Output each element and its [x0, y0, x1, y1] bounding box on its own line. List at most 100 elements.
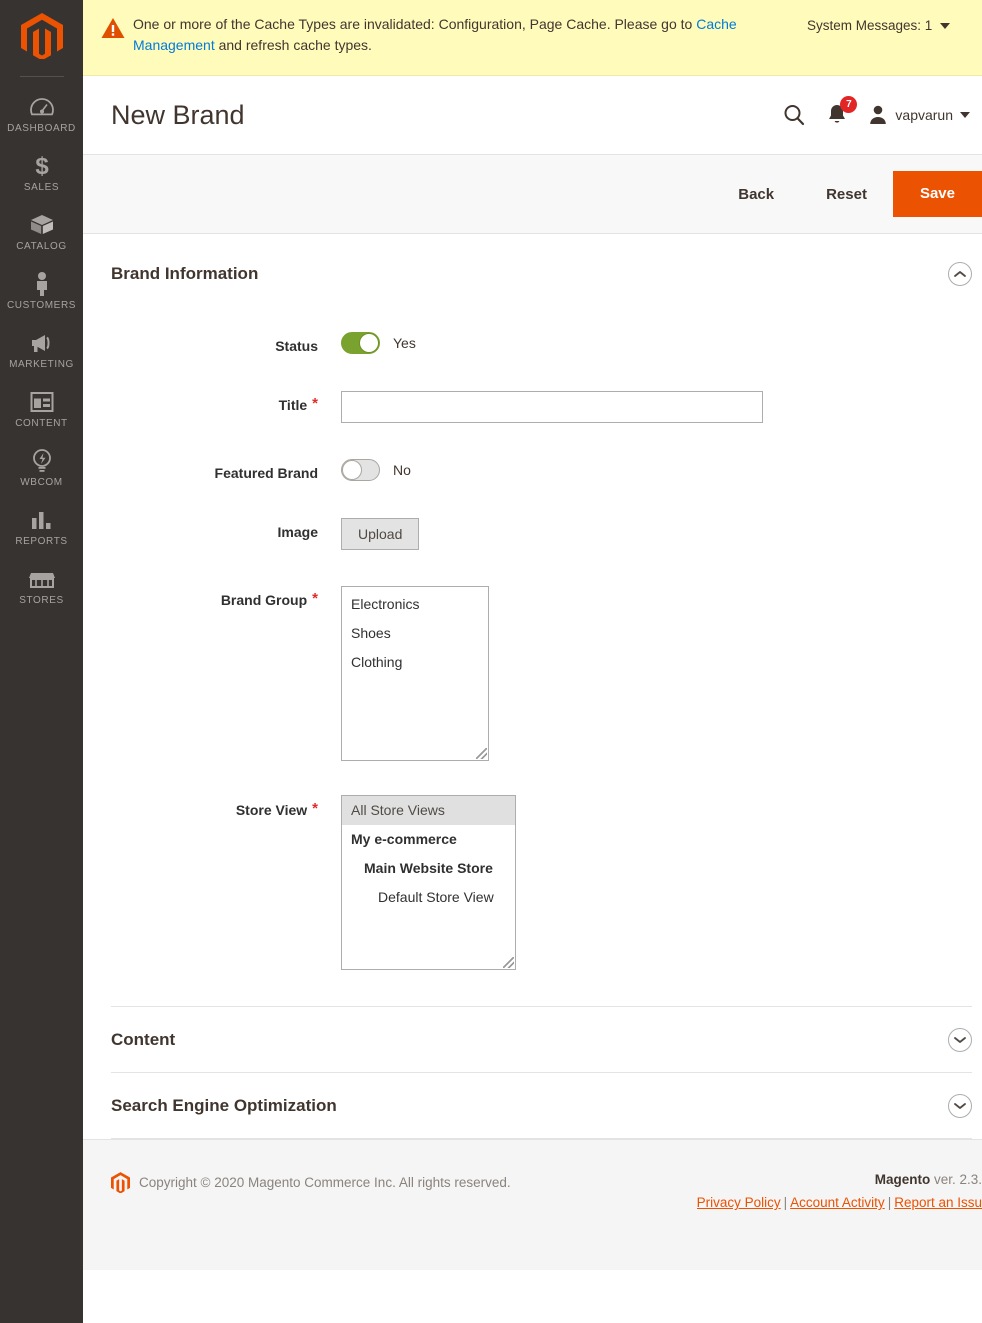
section-title: Content	[111, 1030, 176, 1049]
user-name: vapvarun	[895, 107, 953, 123]
sidebar-item-label: CUSTOMERS	[6, 300, 77, 311]
reset-button[interactable]: Reset	[800, 178, 893, 211]
sidebar-item-label: CONTENT	[15, 418, 68, 429]
bar-chart-icon	[29, 507, 55, 533]
copyright: Copyright © 2020 Magento Commerce Inc. A…	[111, 1172, 511, 1193]
sidebar-item-label: SALES	[23, 182, 60, 193]
sidebar-item-marketing[interactable]: MARKETING	[0, 321, 83, 380]
featured-brand-toggle[interactable]	[341, 459, 380, 481]
list-item[interactable]: Shoes	[342, 619, 488, 648]
page-title: New Brand	[111, 100, 245, 130]
version-info: Magento ver. 2.3.	[697, 1172, 982, 1187]
link-separator: |	[783, 1195, 788, 1210]
list-item-store-view[interactable]: Default Store View	[342, 883, 515, 912]
page-footer: Copyright © 2020 Magento Commerce Inc. A…	[83, 1139, 982, 1270]
sidebar-item-label: DASHBOARD	[7, 123, 76, 134]
title-control	[326, 391, 763, 423]
featured-brand-value-text: No	[393, 462, 411, 478]
warning-icon	[101, 17, 127, 44]
bell-icon[interactable]: 7	[826, 96, 858, 127]
megaphone-icon	[29, 330, 55, 356]
brand-information-form: Status Yes Title * Featured Brand No Ima…	[111, 310, 972, 1006]
resize-handle[interactable]	[476, 748, 487, 759]
footer-links: Privacy Policy | Account Activity | Report a…	[697, 1195, 982, 1210]
status-control: Yes	[326, 332, 416, 354]
image-control: Upload	[326, 518, 420, 550]
sidebar-item-reports[interactable]: REPORTS	[0, 498, 83, 557]
field-title: Title *	[111, 391, 972, 423]
form-content: Brand Information Status Yes Title * Fea…	[83, 234, 982, 1139]
report-issue-link[interactable]: Report an Issu	[894, 1195, 982, 1210]
main-content-area: One or more of the Cache Types are inval…	[83, 0, 982, 1323]
sidebar-item-customers[interactable]: CUSTOMERS	[0, 262, 83, 321]
lightbulb-icon	[29, 448, 55, 474]
svg-text:$: $	[35, 153, 49, 179]
status-toggle[interactable]	[341, 332, 380, 354]
sidebar-item-catalog[interactable]: CATALOG	[0, 203, 83, 262]
search-icon[interactable]	[782, 103, 806, 127]
system-messages-toggle[interactable]: System Messages: 1	[807, 18, 951, 33]
brand-group-label: Brand Group *	[111, 586, 326, 609]
brand-information-section-header[interactable]: Brand Information	[111, 234, 972, 310]
box-icon	[29, 212, 55, 238]
chevron-up-icon[interactable]	[948, 262, 972, 286]
status-value-text: Yes	[393, 335, 416, 351]
back-button[interactable]: Back	[712, 178, 800, 211]
sidebar-item-stores[interactable]: STORES	[0, 557, 83, 616]
user-avatar-icon	[870, 105, 887, 124]
list-item-website-group: My e-commerce	[351, 831, 457, 847]
section-title: Brand Information	[111, 264, 259, 283]
product-name: Magento	[874, 1172, 931, 1187]
store-view-select[interactable]: All Store Views My e-commerce Main Websi…	[341, 795, 516, 970]
message-text-before: One or more of the Cache Types are inval…	[133, 16, 697, 32]
magento-logo-icon	[20, 13, 63, 59]
field-store-view: Store View * All Store Views My e-commer…	[111, 795, 972, 970]
sidebar-item-label: REPORTS	[15, 536, 68, 547]
store-view-label: Store View *	[111, 795, 326, 819]
sidebar-item-dashboard[interactable]: DASHBOARD	[0, 85, 83, 144]
chevron-down-icon	[960, 112, 970, 118]
featured-brand-control: No	[326, 459, 411, 481]
account-activity-link[interactable]: Account Activity	[790, 1195, 885, 1210]
resize-handle[interactable]	[503, 957, 514, 968]
sidebar-item-content[interactable]: CONTENT	[0, 380, 83, 439]
sidebar-item-label: CATALOG	[16, 241, 67, 252]
privacy-policy-link[interactable]: Privacy Policy	[697, 1195, 781, 1210]
chevron-down-icon	[940, 22, 951, 29]
person-icon	[29, 271, 55, 297]
section-content[interactable]: Content	[111, 1006, 972, 1072]
notifications-badge: 7	[840, 96, 858, 113]
user-menu[interactable]: vapvarun	[868, 104, 970, 126]
brand-group-multiselect[interactable]: Electronics Shoes Clothing	[341, 586, 489, 761]
list-item-all-store-views[interactable]: All Store Views	[342, 796, 515, 825]
system-message-text: One or more of the Cache Types are inval…	[127, 14, 807, 56]
system-messages-count-label: System Messages: 1	[807, 18, 933, 33]
sidebar-item-wbcom[interactable]: WBCOM	[0, 439, 83, 498]
brand-group-control: Electronics Shoes Clothing	[326, 586, 489, 761]
brand-group-label-text: Brand Group	[220, 592, 308, 608]
chevron-down-icon[interactable]	[948, 1094, 972, 1118]
storefront-icon	[28, 566, 55, 592]
title-label: Title *	[111, 391, 326, 414]
magento-logo-small	[111, 1172, 130, 1193]
chevron-down-icon[interactable]	[948, 1028, 972, 1052]
section-search-engine-optimization[interactable]: Search Engine Optimization	[111, 1072, 972, 1139]
magento-logo[interactable]	[0, 0, 83, 72]
dollar-icon: $	[29, 153, 55, 179]
toggle-knob	[359, 333, 379, 353]
page-header: New Brand 7 vapvarun	[83, 76, 982, 154]
sidebar-item-sales[interactable]: $ SALES	[0, 144, 83, 203]
list-item-store-group: Main Website Store	[364, 860, 493, 876]
sidebar-divider	[19, 76, 64, 77]
list-item[interactable]: Clothing	[342, 648, 488, 677]
field-brand-group: Brand Group * Electronics Shoes Clothing	[111, 586, 972, 761]
page-actions-toolbar: Back Reset Save	[83, 154, 982, 234]
upload-button[interactable]: Upload	[341, 518, 420, 550]
status-label: Status	[275, 338, 318, 354]
list-item[interactable]: Electronics	[342, 590, 488, 619]
save-button[interactable]: Save	[892, 171, 982, 217]
title-input[interactable]	[341, 391, 763, 423]
header-actions: 7 vapvarun	[782, 96, 972, 127]
admin-page: DASHBOARD $ SALES CATALOG CUSTOMERS MARK…	[0, 0, 982, 1323]
store-view-label-text: Store View	[235, 802, 308, 818]
